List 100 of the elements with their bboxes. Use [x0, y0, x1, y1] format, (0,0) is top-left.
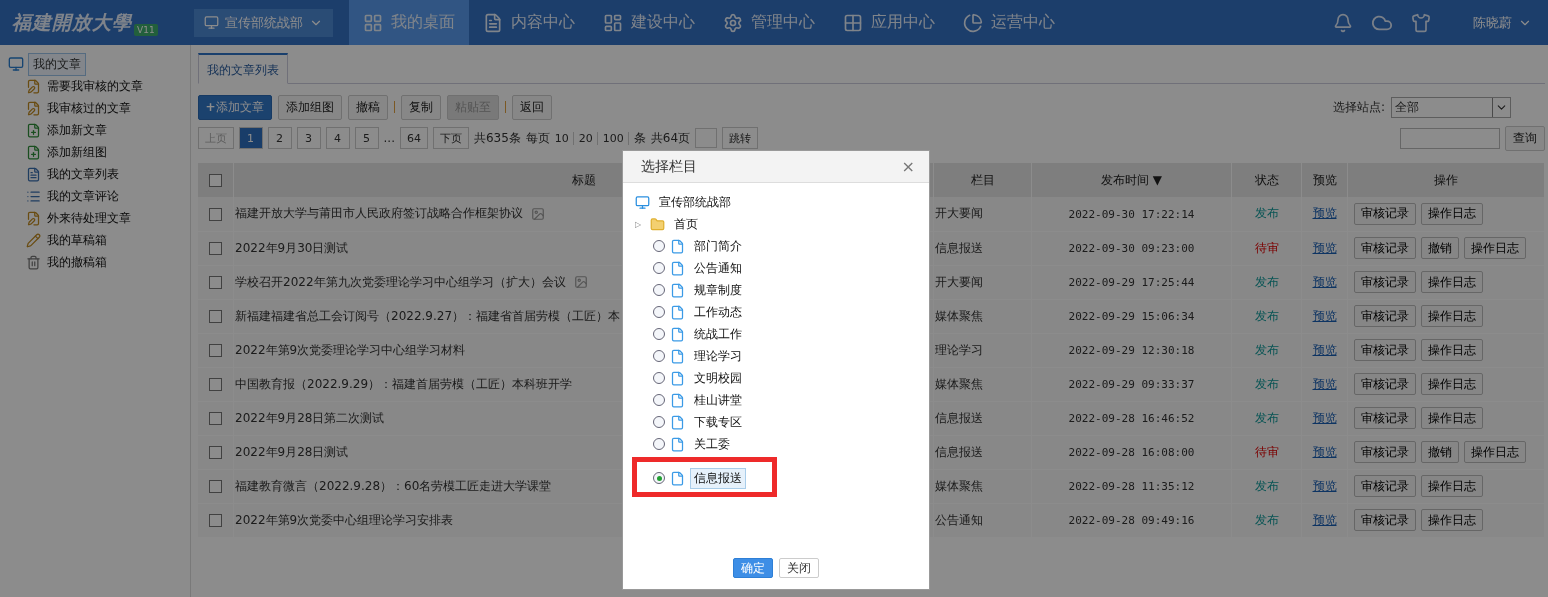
checkbox[interactable]: [208, 344, 222, 357]
action-button[interactable]: 审核记录: [1354, 237, 1416, 259]
toolbar-button[interactable]: 添加组图: [277, 94, 342, 120]
jump-button[interactable]: 跳转: [722, 127, 759, 149]
radio-button[interactable]: [653, 284, 665, 296]
page-button[interactable]: 2: [267, 127, 292, 149]
sidebar-item[interactable]: 需要我审核的文章: [47, 77, 143, 95]
sidebar-item[interactable]: 我的文章列表: [47, 165, 119, 183]
checkbox[interactable]: [208, 310, 222, 323]
action-button[interactable]: 操作日志: [1421, 407, 1483, 429]
page-size-link[interactable]: 100: [602, 131, 629, 145]
expand-arrow[interactable]: ▷: [635, 219, 645, 229]
site-select[interactable]: 全部: [1391, 96, 1511, 118]
checkbox[interactable]: [208, 514, 222, 527]
dialog-button[interactable]: 关闭: [779, 558, 819, 578]
action-button[interactable]: 审核记录: [1354, 407, 1416, 429]
checkbox[interactable]: [208, 207, 222, 221]
page-button[interactable]: 64: [399, 127, 428, 149]
sidebar-item[interactable]: 我的撤稿箱: [47, 253, 107, 271]
radio-button[interactable]: [653, 350, 665, 362]
page-button[interactable]: 4: [325, 127, 350, 149]
article-title[interactable]: 福建开放大学与莆田市人民政府签订战略合作框架协议: [235, 206, 523, 221]
article-title[interactable]: 2022年9月30日测试: [235, 240, 349, 255]
action-button[interactable]: 操作日志: [1464, 237, 1526, 259]
action-button[interactable]: 审核记录: [1354, 339, 1416, 361]
action-button[interactable]: 操作日志: [1421, 202, 1483, 225]
action-button[interactable]: 审核记录: [1354, 271, 1416, 293]
article-title[interactable]: 2022年9月28日测试: [235, 444, 349, 459]
tree-item[interactable]: 工作动态: [690, 301, 746, 323]
checkbox[interactable]: [208, 480, 222, 493]
article-title[interactable]: 中国教育报（2022.9.29）：福建首届劳模（工匠）本科班开学: [235, 376, 573, 391]
toolbar-button[interactable]: 返回: [511, 94, 552, 120]
article-title[interactable]: 2022年第9次党委理论学习中心组学习材料: [235, 342, 466, 357]
article-title[interactable]: 学校召开2022年第九次党委理论学习中心组学习（扩大）会议: [235, 274, 566, 289]
tab[interactable]: 我的文章列表: [197, 53, 288, 84]
action-button[interactable]: 操作日志: [1421, 305, 1483, 327]
user-menu[interactable]: 陈晓蔚: [1467, 12, 1538, 33]
search-field[interactable]: [1400, 127, 1500, 149]
radio-button[interactable]: [653, 438, 665, 450]
radio-button[interactable]: [653, 394, 665, 406]
radio-button[interactable]: [653, 416, 665, 428]
toolbar-button[interactable]: 撤稿: [347, 94, 388, 120]
tree-item[interactable]: 理论学习: [690, 345, 746, 367]
action-button[interactable]: 操作日志: [1421, 373, 1483, 395]
shirt-icon[interactable]: [1411, 12, 1431, 33]
checkbox[interactable]: [208, 276, 222, 289]
tree-item[interactable]: 桂山讲堂: [690, 389, 746, 411]
toolbar-button[interactable]: +添加文章: [197, 94, 272, 120]
department-dropdown[interactable]: 宣传部统战部: [193, 8, 333, 37]
tree-item[interactable]: 关工委: [690, 433, 734, 455]
action-button[interactable]: 审核记录: [1354, 441, 1416, 463]
radio-button[interactable]: [653, 372, 665, 384]
search-button[interactable]: 查询: [1505, 125, 1545, 151]
action-button[interactable]: 操作日志: [1421, 271, 1483, 293]
tree-item[interactable]: 公告通知: [690, 257, 746, 279]
action-button[interactable]: 撤销: [1421, 237, 1459, 259]
page-button[interactable]: 3: [296, 127, 321, 149]
toolbar-button[interactable]: 复制: [400, 94, 441, 120]
action-button[interactable]: 审核记录: [1354, 305, 1416, 327]
tree-item[interactable]: 下载专区: [690, 411, 746, 433]
tree-item[interactable]: 首页: [670, 213, 702, 235]
radio-button[interactable]: [653, 306, 665, 318]
action-button[interactable]: 操作日志: [1421, 509, 1483, 531]
tree-item[interactable]: 统战工作: [690, 323, 746, 345]
next-page-button[interactable]: 下页: [432, 127, 469, 149]
dialog-button[interactable]: 确定: [733, 558, 773, 578]
radio-button[interactable]: [653, 262, 665, 274]
tree-item[interactable]: 规章制度: [690, 279, 746, 301]
sidebar-item[interactable]: 我的文章评论: [47, 187, 119, 205]
sidebar-item[interactable]: 添加新文章: [47, 121, 107, 139]
tree-item[interactable]: 信息报送: [690, 467, 746, 489]
page-button[interactable]: 1: [238, 127, 263, 149]
jump-input[interactable]: [695, 128, 718, 148]
article-title[interactable]: 新福建福建省总工会订阅号（2022.9.27）：福建省首届劳模（工匠）本: [235, 308, 621, 323]
action-button[interactable]: 撤销: [1421, 441, 1459, 463]
tree-item[interactable]: 部门简介: [690, 235, 746, 257]
article-title[interactable]: 2022年9月28日第二次测试: [235, 410, 385, 425]
sidebar-item[interactable]: 外来待处理文章: [47, 209, 131, 227]
sidebar-item[interactable]: 添加新组图: [47, 143, 107, 161]
page-size-link[interactable]: 20: [578, 131, 598, 145]
radio-button[interactable]: [653, 328, 665, 340]
radio-button[interactable]: [653, 472, 665, 484]
sidebar-item[interactable]: 我的草稿箱: [47, 231, 107, 249]
action-button[interactable]: 审核记录: [1354, 202, 1416, 225]
action-button[interactable]: 审核记录: [1354, 475, 1416, 497]
checkbox[interactable]: [208, 174, 222, 187]
bell-icon[interactable]: [1333, 12, 1353, 33]
checkbox[interactable]: [208, 446, 222, 459]
checkbox[interactable]: [208, 412, 222, 425]
action-button[interactable]: 审核记录: [1354, 373, 1416, 395]
page-size-link[interactable]: 10: [554, 131, 574, 145]
checkbox[interactable]: [208, 378, 222, 391]
radio-button[interactable]: [653, 240, 665, 252]
tree-item[interactable]: 文明校园: [690, 367, 746, 389]
action-button[interactable]: 操作日志: [1464, 441, 1526, 463]
checkbox[interactable]: [208, 242, 222, 255]
action-button[interactable]: 操作日志: [1421, 475, 1483, 497]
action-button[interactable]: 操作日志: [1421, 339, 1483, 361]
action-button[interactable]: 审核记录: [1354, 509, 1416, 531]
article-title[interactable]: 福建教育微言（2022.9.28）：60名劳模工匠走进大学课堂: [235, 478, 552, 493]
